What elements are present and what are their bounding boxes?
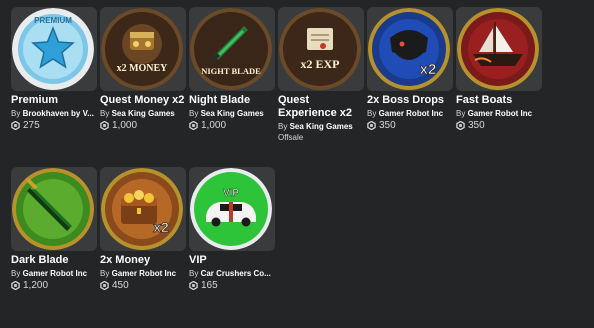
pass-card-night-blade[interactable]: NIGHT BLADE Night Blade By Sea King Game… [189,7,275,131]
pass-card-dark-blade[interactable]: Dark Blade By Gamer Robot Inc 1,200 [11,167,97,291]
game-pass-grid: PREMIUM Premium By Brookhaven by V... 27… [0,0,594,328]
pass-creator[interactable]: By Gamer Robot Inc [367,109,457,118]
pass-title[interactable]: Quest Experience x2 [278,94,364,120]
by-label: By [189,269,199,278]
pass-creator[interactable]: By Sea King Games [278,122,368,131]
creator-name[interactable]: Gamer Robot Inc [112,269,176,278]
art-text: x2 [153,219,169,235]
pass-creator[interactable]: By Sea King Games [100,109,190,118]
by-label: By [456,109,466,118]
offsale-status: Offsale [278,133,304,142]
price-value: 1,000 [112,120,138,131]
pass-price: 350 [456,120,542,131]
pass-card-2x-money[interactable]: x2 2x Money By Gamer Robot Inc 450 [100,167,186,291]
art-text: x2 EXP [301,57,340,71]
pass-creator[interactable]: By Sea King Games [189,109,279,118]
boss-drops-icon: x2 [368,8,450,90]
pass-card-fast-boats[interactable]: Fast Boats By Gamer Robot Inc 350 [456,7,542,131]
money-chest-icon: x2 [101,168,183,250]
creator-name[interactable]: Sea King Games [290,122,353,131]
creator-name[interactable]: Brookhaven by V... [23,109,94,118]
pass-price: 350 [367,120,453,131]
premium-star-icon: PREMIUM [12,8,94,90]
price-value: 1,000 [201,120,227,131]
pass-creator[interactable]: By Brookhaven by V... [11,109,101,118]
pass-price: 275 [11,120,97,131]
pass-title-line1[interactable]: Quest [278,94,309,106]
by-label: By [100,269,110,278]
pass-title[interactable]: Fast Boats [456,94,542,107]
pass-creator[interactable]: By Gamer Robot Inc [11,269,101,278]
pass-title[interactable]: Premium [11,94,97,107]
pass-thumbnail[interactable] [456,7,542,91]
creator-name[interactable]: Gamer Robot Inc [379,109,443,118]
pass-card-vip[interactable]: VIP VIP By Car Crushers Co... 165 [189,167,275,291]
price-value: 165 [201,280,218,291]
pass-title[interactable]: Quest Money x2 [100,94,186,107]
pass-creator[interactable]: By Gamer Robot Inc [100,269,190,278]
robux-icon [100,121,109,130]
pass-title[interactable]: 2x Boss Drops [367,94,453,107]
pass-card-quest-experience[interactable]: x2 EXP Quest Experience x2 By Sea King Ga… [278,7,364,142]
art-text: x2 MONEY [117,63,169,74]
pass-thumbnail[interactable]: x2 [100,167,186,251]
by-label: By [278,122,288,131]
price-value: 1,200 [23,280,49,291]
robux-icon [11,281,20,290]
by-label: By [11,269,21,278]
pass-price: 450 [100,280,186,291]
by-label: By [367,109,377,118]
creator-name[interactable]: Sea King Games [201,109,264,118]
robux-icon [11,121,20,130]
price-value: 450 [112,280,129,291]
creator-name[interactable]: Car Crushers Co... [201,269,271,278]
pass-card-premium[interactable]: PREMIUM Premium By Brookhaven by V... 27… [11,7,97,131]
pass-thumbnail[interactable]: VIP [189,167,275,251]
pass-thumbnail[interactable]: x2 MONEY [100,7,186,91]
pass-thumbnail[interactable]: PREMIUM [11,7,97,91]
pass-title-line2[interactable]: Experience x2 [278,107,352,119]
pass-price: 1,000 [189,120,275,131]
fast-boat-icon [457,8,539,90]
robux-icon [189,281,198,290]
pass-thumbnail[interactable]: x2 [367,7,453,91]
price-value: 275 [23,120,40,131]
art-text: x2 [420,61,437,78]
by-label: By [100,109,110,118]
robux-icon [367,121,376,130]
creator-name[interactable]: Gamer Robot Inc [468,109,532,118]
by-label: By [11,109,21,118]
pass-creator[interactable]: By Car Crushers Co... [189,269,279,278]
quest-exp-icon: x2 EXP [279,8,361,90]
pass-card-quest-money[interactable]: x2 MONEY Quest Money x2 By Sea King Game… [100,7,186,131]
pass-price: 1,000 [100,120,186,131]
pass-title[interactable]: Night Blade [189,94,275,107]
robux-icon [189,121,198,130]
price-value: 350 [379,120,396,131]
pass-thumbnail[interactable] [11,167,97,251]
pass-card-boss-drops[interactable]: x2 2x Boss Drops By Gamer Robot Inc 350 [367,7,453,131]
pass-title[interactable]: Dark Blade [11,254,97,267]
pass-creator[interactable]: By Gamer Robot Inc [456,109,546,118]
robux-icon [456,121,465,130]
pass-price: 1,200 [11,280,97,291]
price-value: 350 [468,120,485,131]
pass-price: 165 [189,280,275,291]
art-text: VIP [223,188,239,199]
pass-thumbnail[interactable]: x2 EXP [278,7,364,91]
pass-title[interactable]: VIP [189,254,275,267]
by-label: By [189,109,199,118]
premium-art-text: PREMIUM [34,16,72,25]
dark-blade-icon [12,168,94,250]
creator-name[interactable]: Sea King Games [112,109,175,118]
quest-money-icon: x2 MONEY [101,8,183,90]
night-blade-icon: NIGHT BLADE [190,8,272,90]
vip-car-icon: VIP [190,168,272,250]
creator-name[interactable]: Gamer Robot Inc [23,269,87,278]
pass-title[interactable]: 2x Money [100,254,186,267]
pass-thumbnail[interactable]: NIGHT BLADE [189,7,275,91]
art-text: NIGHT BLADE [201,66,261,76]
robux-icon [100,281,109,290]
